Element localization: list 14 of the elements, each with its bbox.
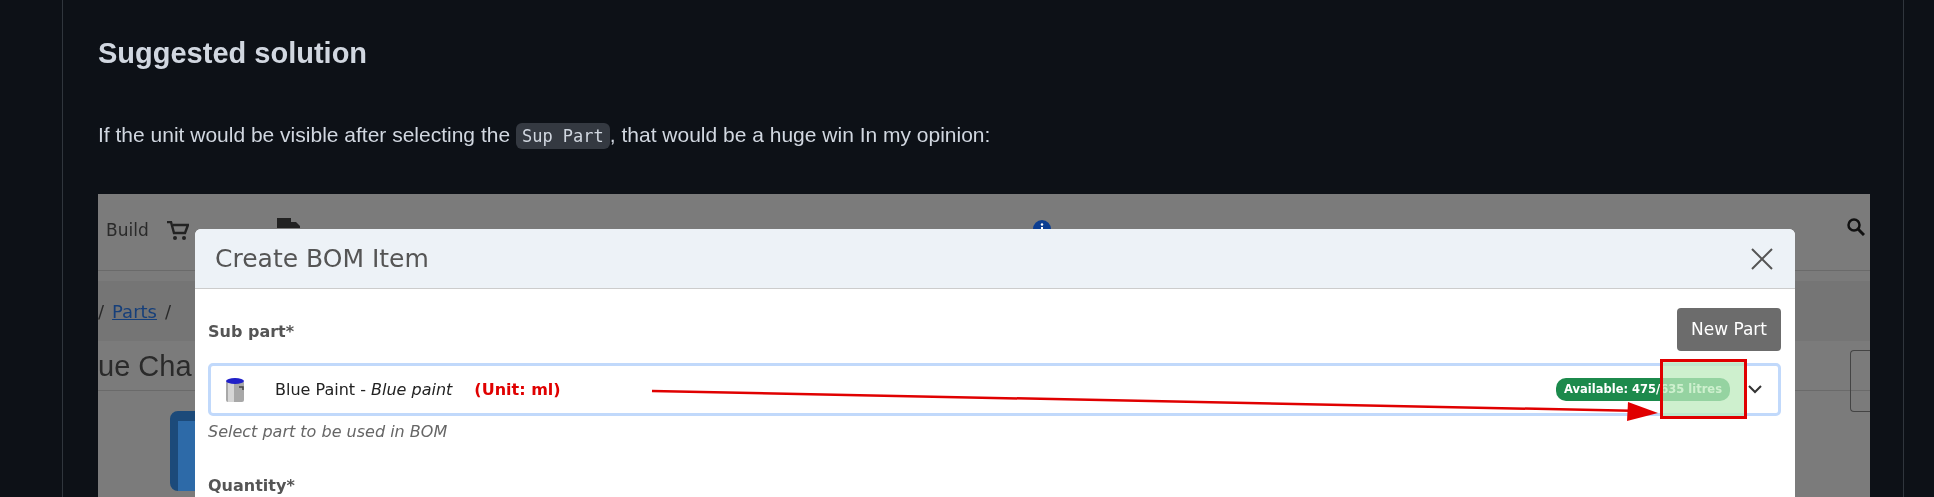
field-label: Quantity* <box>208 475 295 497</box>
paragraph: If the unit would be visible after selecting the Sup Part , that would be a huge win In my opinion: <box>98 120 1903 151</box>
selected-part: Blue Paint - Blue paint <box>275 378 453 401</box>
new-part-button[interactable]: New Part <box>1676 308 1781 351</box>
modal-title: Create BOM Item <box>215 243 429 274</box>
code-snippet: Sup Part <box>515 123 610 149</box>
breadcrumb-separator: / <box>165 299 172 324</box>
heading: Suggested solution <box>98 36 368 71</box>
page-title: ue Cha <box>98 348 192 384</box>
field-label: Sub part* <box>208 321 295 343</box>
unit-annotation: (Unit: ml) <box>474 378 561 401</box>
nav-link[interactable]: Build <box>106 218 149 244</box>
help-text: Select part to be used in BOM <box>208 421 449 443</box>
breadcrumb-separator: / <box>98 299 105 324</box>
